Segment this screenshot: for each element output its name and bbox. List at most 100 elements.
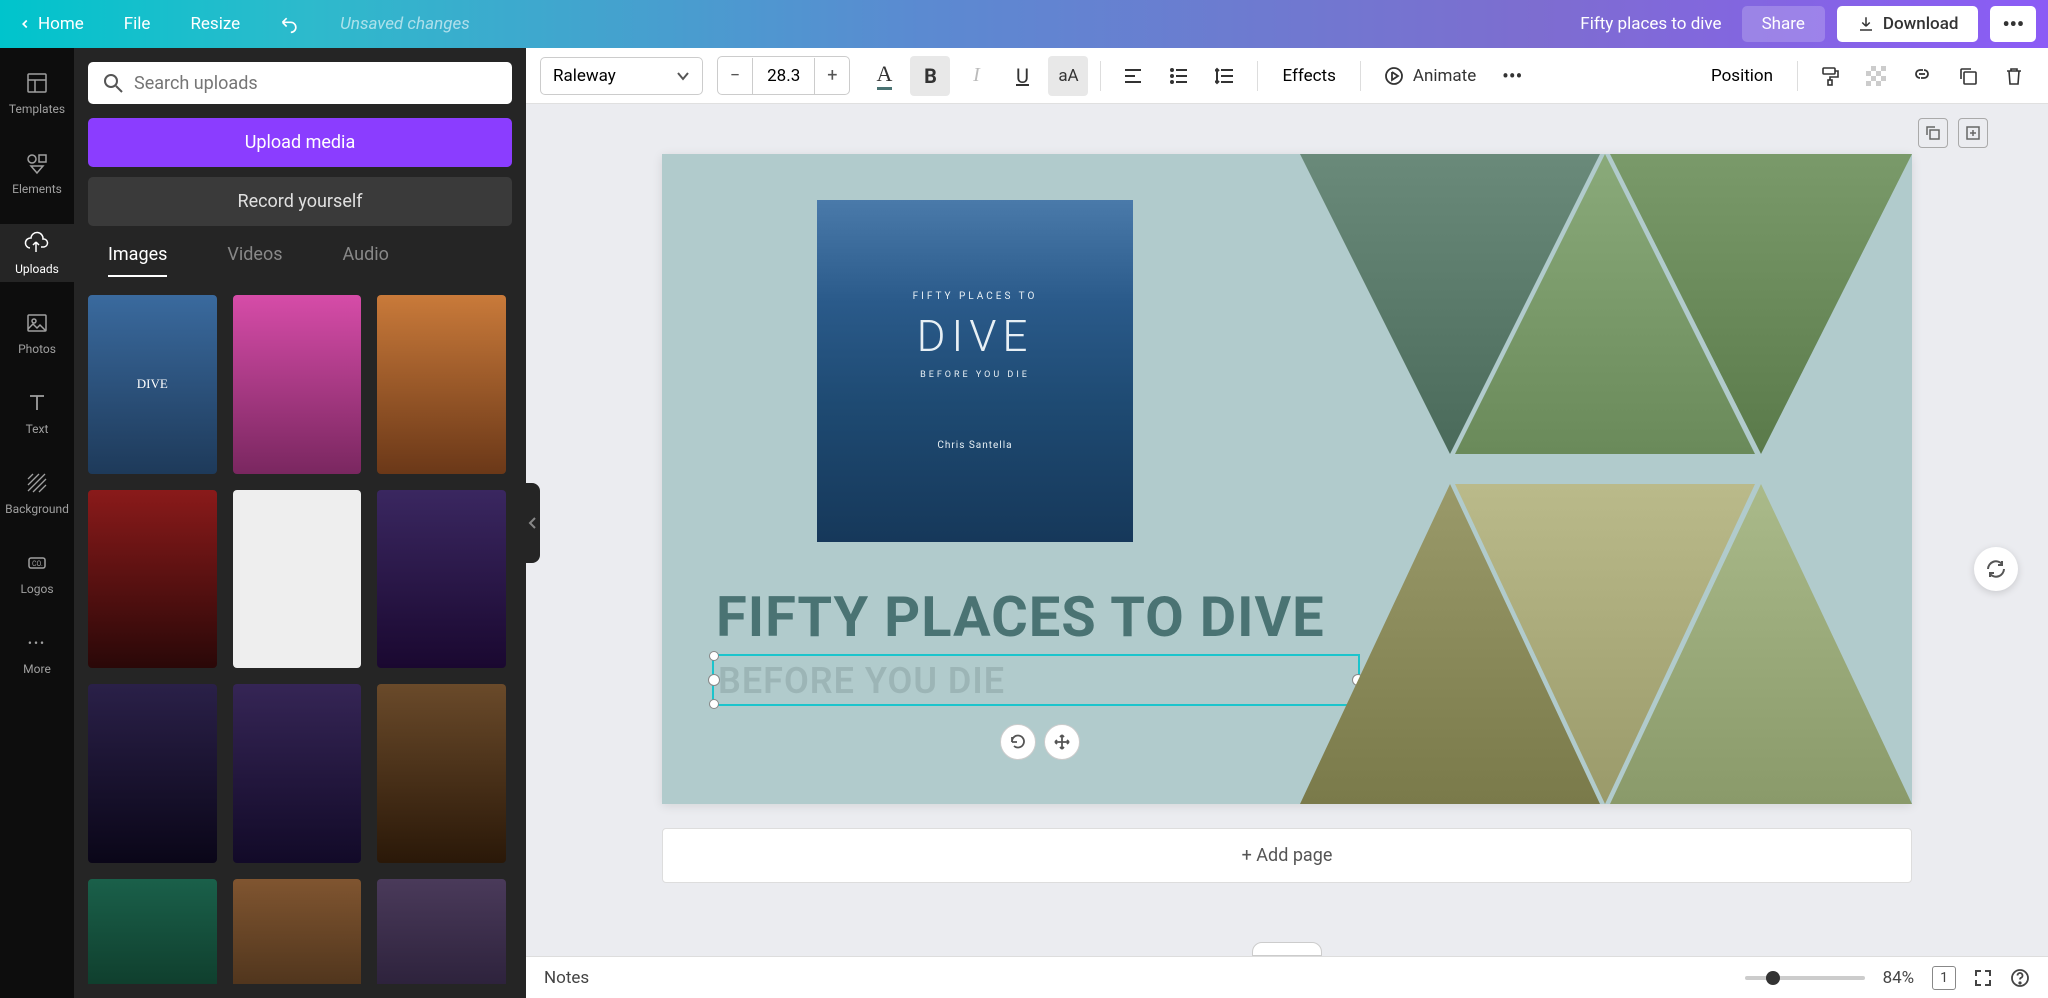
zoom-slider[interactable] — [1745, 976, 1865, 980]
page-peek-handle[interactable] — [1252, 942, 1322, 956]
home-label: Home — [38, 14, 84, 34]
delete-button[interactable] — [1994, 56, 2034, 96]
upload-thumb[interactable] — [88, 879, 217, 984]
upload-thumb[interactable] — [377, 490, 506, 669]
resize-handle-left[interactable] — [708, 674, 720, 686]
upload-media-button[interactable]: Upload media — [88, 118, 512, 167]
resize-handle-bottomleft[interactable] — [709, 699, 719, 709]
document-title[interactable]: Fifty places to dive — [1580, 14, 1721, 34]
resize-menu[interactable]: Resize — [184, 10, 246, 38]
book-cover-image[interactable]: FIFTY PLACES TO DIVE BEFORE YOU DIE Chri… — [817, 200, 1133, 542]
font-selector[interactable]: Raleway — [540, 57, 703, 95]
font-size-value[interactable]: 28.3 — [752, 58, 815, 94]
record-yourself-button[interactable]: Record yourself — [88, 177, 512, 226]
uploads-grid: DIVE GET & UP FIGHT NOTHING LEFT TO PROV… — [88, 295, 512, 984]
rail-background[interactable]: Background — [0, 464, 74, 522]
add-page-icon — [1965, 125, 1981, 141]
resize-handle-topleft[interactable] — [709, 651, 719, 661]
canvas-viewport[interactable]: FIFTY PLACES TO DIVE BEFORE YOU DIE Chri… — [526, 104, 2048, 956]
share-button[interactable]: Share — [1742, 6, 1825, 42]
upload-thumb[interactable] — [88, 684, 217, 863]
search-icon — [102, 72, 124, 94]
search-input[interactable] — [134, 73, 498, 94]
selected-text-box[interactable]: BEFORE YOU DIE — [712, 654, 1360, 706]
add-page-button[interactable] — [1958, 118, 1988, 148]
upload-thumb[interactable] — [233, 295, 362, 474]
uploads-panel: Upload media Record yourself Images Vide… — [74, 48, 526, 998]
align-left-icon — [1123, 66, 1143, 86]
file-menu[interactable]: File — [118, 10, 157, 38]
page-indicator[interactable]: 1 — [1932, 966, 1956, 990]
undo-icon — [280, 14, 300, 34]
upload-thumb[interactable] — [377, 684, 506, 863]
copy-style-button[interactable] — [1810, 56, 1850, 96]
decrease-size-button[interactable]: − — [718, 57, 752, 94]
headline-text[interactable]: FIFTY PLACES TO DIVE — [716, 584, 1325, 650]
upload-thumb[interactable] — [233, 490, 362, 669]
download-label: Download — [1883, 14, 1959, 34]
paint-roller-icon — [1820, 66, 1840, 86]
underline-button[interactable]: U — [1002, 56, 1042, 96]
list-icon — [1169, 66, 1189, 86]
rail-more[interactable]: ••• More — [0, 624, 74, 682]
duplicate-page-button[interactable] — [1918, 118, 1948, 148]
design-canvas[interactable]: FIFTY PLACES TO DIVE BEFORE YOU DIE Chri… — [662, 154, 1912, 804]
rail-text[interactable]: Text — [0, 384, 74, 442]
svg-text:CO.: CO. — [32, 560, 43, 568]
zoom-thumb[interactable] — [1766, 971, 1780, 985]
zoom-value[interactable]: 84% — [1883, 968, 1915, 988]
upload-thumb[interactable] — [233, 879, 362, 984]
refresh-button[interactable] — [1974, 547, 2018, 591]
triangle-photo-grid[interactable] — [1300, 154, 1912, 804]
upload-tabs: Images Videos Audio — [88, 244, 512, 277]
italic-button[interactable]: I — [956, 56, 996, 96]
tab-images[interactable]: Images — [108, 244, 167, 277]
upload-thumb[interactable] — [377, 295, 506, 474]
animate-button[interactable]: Animate — [1373, 56, 1486, 96]
align-button[interactable] — [1113, 56, 1153, 96]
rail-templates[interactable]: Templates — [0, 64, 74, 122]
tab-videos[interactable]: Videos — [227, 244, 282, 277]
link-icon — [1912, 66, 1932, 86]
overflow-menu[interactable]: ••• — [1492, 56, 1532, 96]
list-button[interactable] — [1159, 56, 1199, 96]
position-button[interactable]: Position — [1699, 58, 1785, 94]
home-button[interactable]: Home — [12, 10, 90, 38]
upload-thumb[interactable]: DIVE — [88, 295, 217, 474]
spacing-button[interactable] — [1205, 56, 1245, 96]
uppercase-button[interactable]: aA — [1048, 56, 1088, 96]
fullscreen-button[interactable] — [1974, 969, 1992, 987]
duplicate-icon — [1958, 66, 1978, 86]
help-button[interactable] — [2010, 968, 2030, 988]
font-size-group: − 28.3 + — [717, 56, 851, 95]
subhead-text[interactable]: BEFORE YOU DIE — [718, 660, 1005, 702]
rail-uploads[interactable]: Uploads — [0, 224, 74, 282]
rail-elements[interactable]: Elements — [0, 144, 74, 202]
duplicate-button[interactable] — [1948, 56, 1988, 96]
upload-thumb[interactable] — [233, 684, 362, 863]
chevron-down-icon — [676, 69, 690, 83]
undo-button[interactable] — [274, 10, 306, 38]
transparency-button[interactable] — [1856, 56, 1896, 96]
rotate-button[interactable] — [1000, 724, 1036, 760]
spacing-icon — [1215, 66, 1235, 86]
rail-photos[interactable]: Photos — [0, 304, 74, 362]
nav-rail: Templates Elements Uploads Photos Text B… — [0, 48, 74, 998]
move-button[interactable] — [1044, 724, 1080, 760]
text-color-button[interactable]: A — [864, 56, 904, 96]
search-uploads[interactable] — [88, 62, 512, 104]
notes-button[interactable]: Notes — [544, 968, 589, 988]
trash-icon — [2004, 66, 2024, 86]
effects-button[interactable]: Effects — [1270, 58, 1347, 94]
elements-icon — [24, 150, 50, 176]
more-menu-button[interactable]: ••• — [1990, 6, 2036, 42]
upload-thumb[interactable] — [377, 879, 506, 984]
add-page-row[interactable]: + Add page — [662, 828, 1912, 883]
download-button[interactable]: Download — [1837, 6, 1979, 42]
link-button[interactable] — [1902, 56, 1942, 96]
tab-audio[interactable]: Audio — [343, 244, 389, 277]
rail-logos[interactable]: CO. Logos — [0, 544, 74, 602]
upload-thumb[interactable] — [88, 490, 217, 669]
bold-button[interactable]: B — [910, 56, 950, 96]
increase-size-button[interactable]: + — [815, 57, 849, 94]
